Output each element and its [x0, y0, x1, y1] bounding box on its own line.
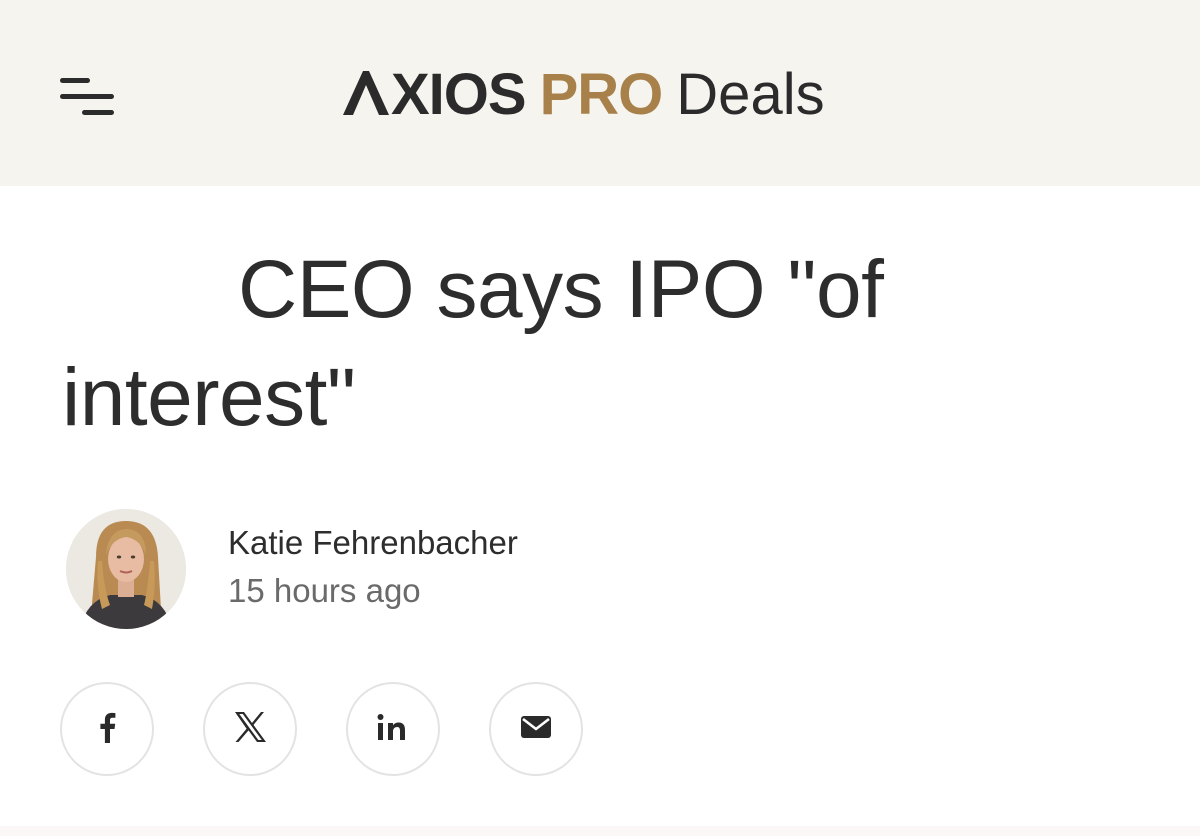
article-headline: CEO says IPO "of interest" [62, 244, 884, 443]
share-linkedin-button[interactable] [346, 682, 440, 776]
brand-pro: PRO [539, 62, 664, 127]
facebook-icon [98, 711, 116, 747]
site-header: XIOS PRO Deals [0, 0, 1200, 186]
share-buttons [60, 682, 583, 776]
hamburger-menu-icon[interactable] [56, 70, 118, 122]
share-x-button[interactable] [203, 682, 297, 776]
linkedin-icon [376, 713, 410, 745]
brand-section-deals: Deals [676, 62, 825, 127]
author-name[interactable]: Katie Fehrenbacher [228, 524, 518, 562]
share-facebook-button[interactable] [60, 682, 154, 776]
brand-axios: XIOS [343, 66, 527, 124]
publish-timestamp: 15 hours ago [228, 572, 421, 609]
bottom-divider [0, 826, 1200, 836]
share-email-button[interactable] [489, 682, 583, 776]
x-twitter-icon [233, 711, 267, 747]
author-avatar[interactable] [66, 509, 186, 629]
axios-pro-deals-logo[interactable]: XIOS PRO Deals [343, 60, 825, 130]
axios-a-glyph-icon [343, 71, 389, 115]
email-icon [521, 716, 551, 742]
